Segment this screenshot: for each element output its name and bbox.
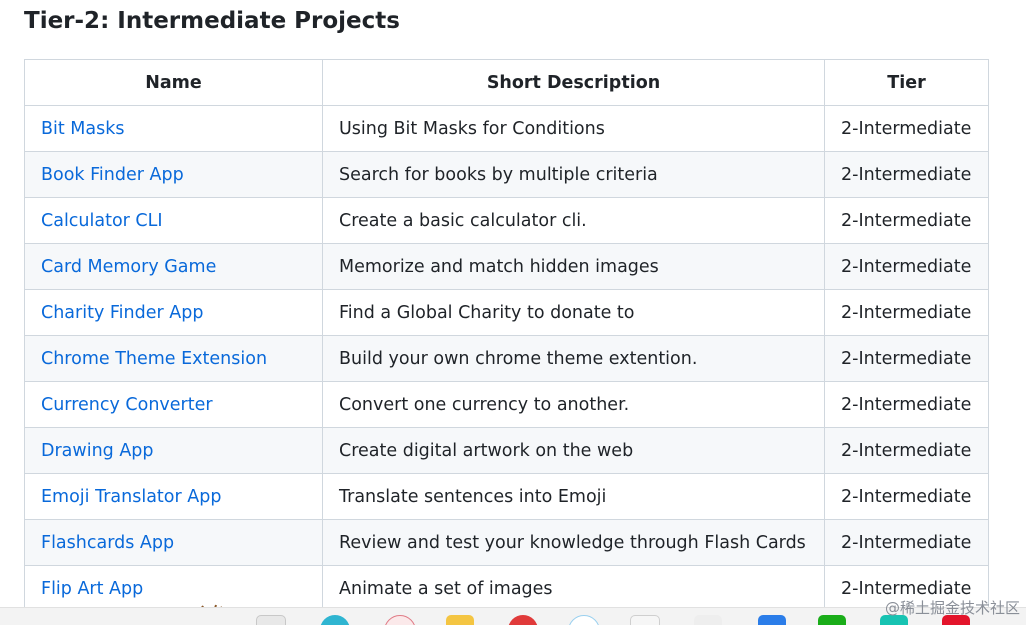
table-row: Flashcards App Review and test your know… [24,519,989,566]
table-row: Card Memory Game Memorize and match hidd… [24,243,989,290]
table-row: Calculator CLI Create a basic calculator… [24,197,989,244]
project-description: Using Bit Masks for Conditions [322,105,825,152]
project-tier: 2-Intermediate [824,151,989,198]
project-link[interactable]: Drawing App [41,441,154,461]
project-tier: 2-Intermediate [824,473,989,520]
table-row: Currency Converter Convert one currency … [24,381,989,428]
project-description: Create a basic calculator cli. [322,197,825,244]
table-row: Chrome Theme Extension Build your own ch… [24,335,989,382]
table-row: Charity Finder App Find a Global Charity… [24,289,989,336]
project-description: Find a Global Charity to donate to [322,289,825,336]
project-link[interactable]: Calculator CLI [41,211,163,231]
taskbar-app-icon[interactable] [508,615,538,625]
edge-browser-icon[interactable] [320,615,350,625]
table-header-row: Name Short Description Tier [24,59,989,106]
page: Tier-2: Intermediate Projects Name Short… [0,0,1026,625]
taskbar-app-icon[interactable] [256,615,286,625]
taskbar [0,607,1026,625]
wechat-icon[interactable] [818,615,846,625]
project-link[interactable]: Currency Converter [41,395,213,415]
page-title: Tier-2: Intermediate Projects [24,8,400,34]
column-header-description: Short Description [322,59,825,106]
table-row: Bit Masks Using Bit Masks for Conditions… [24,105,989,152]
project-link[interactable]: Charity Finder App [41,303,203,323]
project-tier: 2-Intermediate [824,197,989,244]
taskbar-app-icon[interactable] [568,615,600,625]
table-row: Emoji Translator App Translate sentences… [24,473,989,520]
project-link[interactable]: Bit Masks [41,119,124,139]
watermark: @稀土掘金技术社区 [884,599,1020,617]
project-link[interactable]: Flashcards App [41,533,174,553]
project-tier: 2-Intermediate [824,289,989,336]
column-header-name: Name [24,59,323,106]
project-tier: 2-Intermediate [824,519,989,566]
project-description: Animate a set of images [322,565,825,612]
project-tier: 2-Intermediate [824,335,989,382]
project-tier: 2-Intermediate [824,105,989,152]
project-description: Search for books by multiple criteria [322,151,825,198]
table-row: Drawing App Create digital artwork on th… [24,427,989,474]
project-link[interactable]: Book Finder App [41,165,184,185]
table-row: Book Finder App Search for books by mult… [24,151,989,198]
project-description: Build your own chrome theme extention. [322,335,825,382]
project-link[interactable]: Card Memory Game [41,257,216,277]
project-link[interactable]: Emoji Translator App [41,487,221,507]
taskbar-app-icon[interactable] [384,615,416,625]
taskbar-app-icon[interactable] [694,615,722,625]
project-description: Create digital artwork on the web [322,427,825,474]
taskbar-app-icon[interactable] [630,615,660,625]
projects-table: Name Short Description Tier Bit Masks Us… [24,59,989,612]
project-tier: 2-Intermediate [824,381,989,428]
project-tier: 2-Intermediate [824,427,989,474]
project-description: Convert one currency to another. [322,381,825,428]
table-row: Flip Art App Animate a set of images 2-I… [24,565,989,612]
project-link[interactable]: Chrome Theme Extension [41,349,267,369]
project-tier: 2-Intermediate [824,243,989,290]
project-link[interactable]: Flip Art App [41,579,143,599]
project-description: Review and test your knowledge through F… [322,519,825,566]
taskbar-app-icon[interactable] [758,615,786,625]
project-description: Translate sentences into Emoji [322,473,825,520]
folder-icon[interactable] [446,615,474,625]
column-header-tier: Tier [824,59,989,106]
project-description: Memorize and match hidden images [322,243,825,290]
